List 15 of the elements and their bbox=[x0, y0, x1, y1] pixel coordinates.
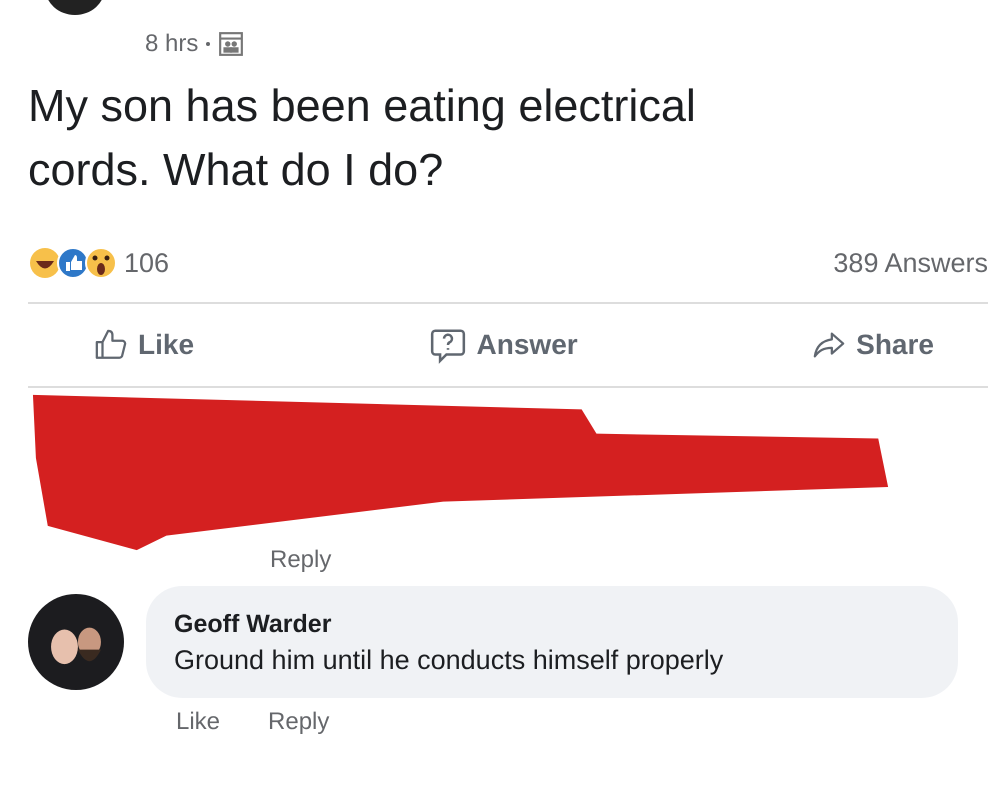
reply-link[interactable]: Reply bbox=[270, 546, 332, 574]
comment-text: Ground him until he conducts himself properly bbox=[174, 645, 724, 676]
answer-button[interactable]: Answer bbox=[424, 322, 582, 368]
answers-count[interactable]: 389 Answers bbox=[833, 248, 988, 278]
timestamp: 8 hrs bbox=[145, 30, 198, 58]
like-button[interactable]: Like bbox=[90, 322, 198, 368]
like-link[interactable]: Like bbox=[176, 708, 220, 736]
thumbs-up-icon bbox=[94, 328, 128, 362]
separator-dot bbox=[206, 42, 210, 46]
comment-author[interactable]: Geoff Warder bbox=[174, 610, 924, 639]
post-question: My son has been eating electrical cords. What do I do? bbox=[28, 79, 697, 197]
share-button[interactable]: Share bbox=[808, 322, 938, 368]
reaction-count: 106 bbox=[124, 248, 170, 278]
group-icon bbox=[218, 31, 244, 57]
reply-link[interactable]: Reply bbox=[268, 708, 330, 736]
